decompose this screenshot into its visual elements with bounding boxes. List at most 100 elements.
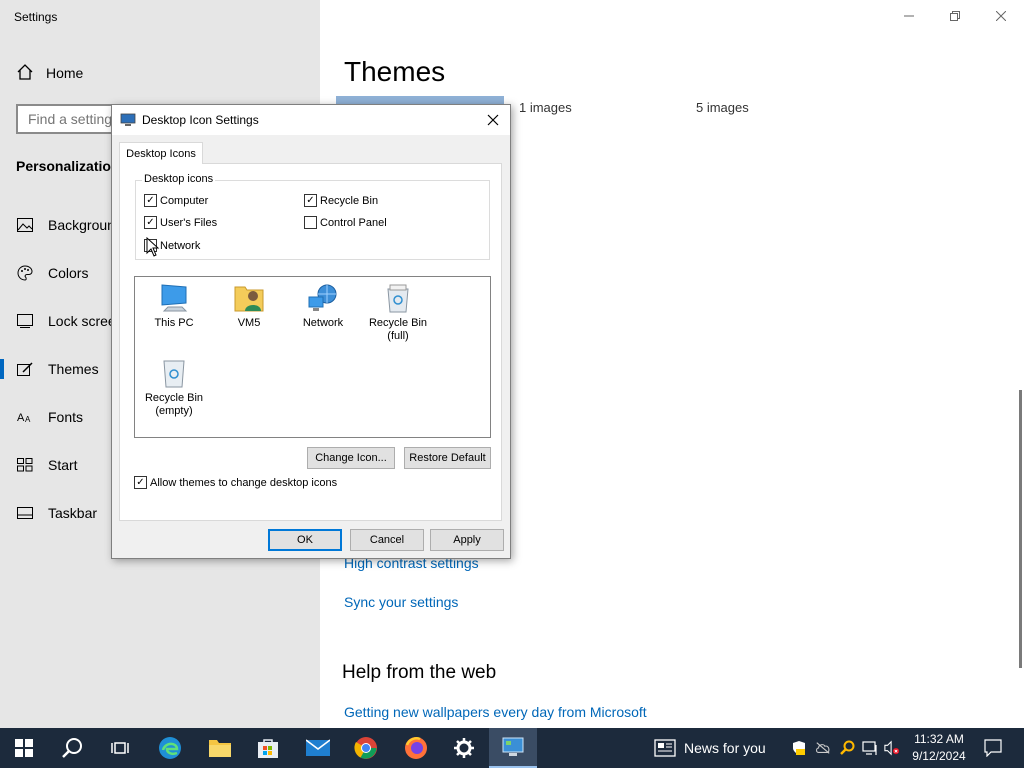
firefox-icon xyxy=(405,737,427,759)
icon-label: Network xyxy=(302,317,344,329)
ok-button[interactable]: OK xyxy=(268,529,342,551)
desktop-icon xyxy=(120,113,136,126)
home-icon xyxy=(16,63,34,84)
checkbox-label: Network xyxy=(160,239,201,252)
recycle-bin-checkbox[interactable]: ✓ Recycle Bin xyxy=(304,194,378,207)
allow-themes-checkbox[interactable]: ✓ Allow themes to change desktop icons xyxy=(134,476,337,489)
checkbox-checked-icon: ✓ xyxy=(304,194,317,207)
taskbar-edge[interactable] xyxy=(146,728,194,768)
security-tray-button[interactable] xyxy=(791,740,807,756)
action-center-button[interactable] xyxy=(983,738,1003,758)
restore-icon xyxy=(950,11,960,21)
user-folder-icon xyxy=(234,286,264,312)
mouse-cursor-icon xyxy=(146,237,160,257)
start-icon xyxy=(16,456,34,474)
icon-label: Recycle Bin (full) xyxy=(368,317,428,342)
network-status-icon xyxy=(862,741,877,755)
fonts-icon: AA xyxy=(16,408,34,426)
sidebar-item-label: Themes xyxy=(48,361,99,377)
app-title: Settings xyxy=(14,10,58,24)
start-button[interactable] xyxy=(0,728,48,768)
magnifier-icon xyxy=(840,740,855,755)
icon-label: VM5 xyxy=(237,317,261,329)
cancel-button[interactable]: Cancel xyxy=(350,529,424,551)
restore-default-button[interactable]: Restore Default xyxy=(404,447,491,469)
sidebar-item-label: Taskbar xyxy=(48,505,98,521)
sidebar-item-label: Colors xyxy=(48,265,89,281)
checkbox-label: Allow themes to change desktop icons xyxy=(150,476,338,489)
news-widget[interactable]: News for you xyxy=(654,728,766,768)
tab-desktop-icons[interactable]: Desktop Icons xyxy=(119,142,203,164)
checkbox-label: Computer xyxy=(160,194,209,207)
volume-tray-button[interactable] xyxy=(884,740,900,756)
themes-icon xyxy=(16,360,34,378)
checkbox-unchecked-icon xyxy=(304,216,317,229)
checkbox-label: Control Panel xyxy=(320,216,387,229)
apply-button[interactable]: Apply xyxy=(430,529,504,551)
taskbar-chrome[interactable] xyxy=(342,728,390,768)
icon-label: This PC xyxy=(154,317,194,329)
onedrive-tray-button[interactable] xyxy=(815,740,831,756)
shield-icon xyxy=(793,741,805,755)
taskbar-mail[interactable] xyxy=(294,728,342,768)
folder-icon xyxy=(209,740,231,757)
taskbar-store[interactable] xyxy=(244,728,292,768)
close-icon xyxy=(487,114,499,126)
windows-logo-icon xyxy=(15,739,33,757)
scrollbar[interactable] xyxy=(1019,390,1022,668)
taskbar-desktop-icon-settings[interactable] xyxy=(489,728,537,768)
desktop-settings-icon xyxy=(502,737,524,756)
picture-icon xyxy=(16,216,34,234)
desktop-icon-settings-dialog: Desktop Icon Settings Desktop Icons Desk… xyxy=(111,104,511,559)
task-view-button[interactable] xyxy=(96,728,144,768)
palette-icon xyxy=(16,264,34,282)
theme-image-count: 5 images xyxy=(696,100,749,115)
taskbar-clock[interactable]: 11:32 AM 9/12/2024 xyxy=(906,731,972,765)
minimize-button[interactable] xyxy=(886,0,932,32)
help-section-title: Help from the web xyxy=(342,662,497,683)
network-tray-button[interactable] xyxy=(862,740,878,756)
sync-settings-link[interactable]: Sync your settings xyxy=(344,594,458,610)
icon-item-recycle-bin-full[interactable]: Recycle Bin (full) xyxy=(359,283,437,343)
news-icon xyxy=(654,739,676,757)
edge-icon xyxy=(159,737,181,759)
home-label: Home xyxy=(46,65,84,81)
close-window-button[interactable] xyxy=(978,0,1024,32)
restore-button[interactable] xyxy=(932,0,978,32)
search-tray-button[interactable] xyxy=(839,740,855,756)
dialog-close-button[interactable] xyxy=(484,111,502,129)
mail-icon xyxy=(306,739,330,756)
lock-screen-icon xyxy=(16,312,34,330)
desktop-icons-group: Desktop icons ✓ Computer ✓ Recycle Bin ✓… xyxy=(135,173,490,260)
icon-item-network[interactable]: Network xyxy=(284,283,362,330)
sidebar-item-label: Fonts xyxy=(48,409,84,425)
chrome-icon xyxy=(354,737,377,759)
minimize-icon xyxy=(904,15,914,17)
icon-item-this-pc[interactable]: This PC xyxy=(135,283,213,330)
network-icon xyxy=(308,284,337,311)
checkbox-label: Recycle Bin xyxy=(320,194,379,207)
sidebar-item-label: Start xyxy=(48,457,78,473)
computer-checkbox[interactable]: ✓ Computer xyxy=(144,194,208,207)
icon-item-recycle-bin-empty[interactable]: Recycle Bin (empty) xyxy=(135,358,213,418)
task-view-icon xyxy=(111,742,129,754)
theme-image-count: 1 images xyxy=(519,100,572,115)
search-button[interactable] xyxy=(48,728,96,768)
desktop-icon-list[interactable]: This PC VM5 Network Recycle Bin (full) R… xyxy=(134,276,491,438)
close-icon xyxy=(996,11,1006,21)
control-panel-checkbox[interactable]: Control Panel xyxy=(304,216,387,229)
taskbar-settings[interactable] xyxy=(440,728,488,768)
taskbar-file-explorer[interactable] xyxy=(196,728,244,768)
home-nav-item[interactable]: Home xyxy=(16,63,83,83)
section-label: Personalization xyxy=(16,158,120,174)
icon-item-vm5[interactable]: VM5 xyxy=(210,283,288,330)
change-icon-button[interactable]: Change Icon... xyxy=(307,447,395,469)
recycle-bin-full-icon xyxy=(387,284,409,313)
taskbar: News for you 11:32 AM 9/12/2024 xyxy=(0,728,1024,768)
users-files-checkbox[interactable]: ✓ User's Files xyxy=(144,216,217,229)
wallpapers-help-link[interactable]: Getting new wallpapers every day from Mi… xyxy=(344,704,647,720)
taskbar-firefox[interactable] xyxy=(392,728,440,768)
svg-text:A: A xyxy=(25,415,31,424)
group-label: Desktop icons xyxy=(142,173,216,185)
dialog-titlebar[interactable]: Desktop Icon Settings xyxy=(112,105,510,135)
